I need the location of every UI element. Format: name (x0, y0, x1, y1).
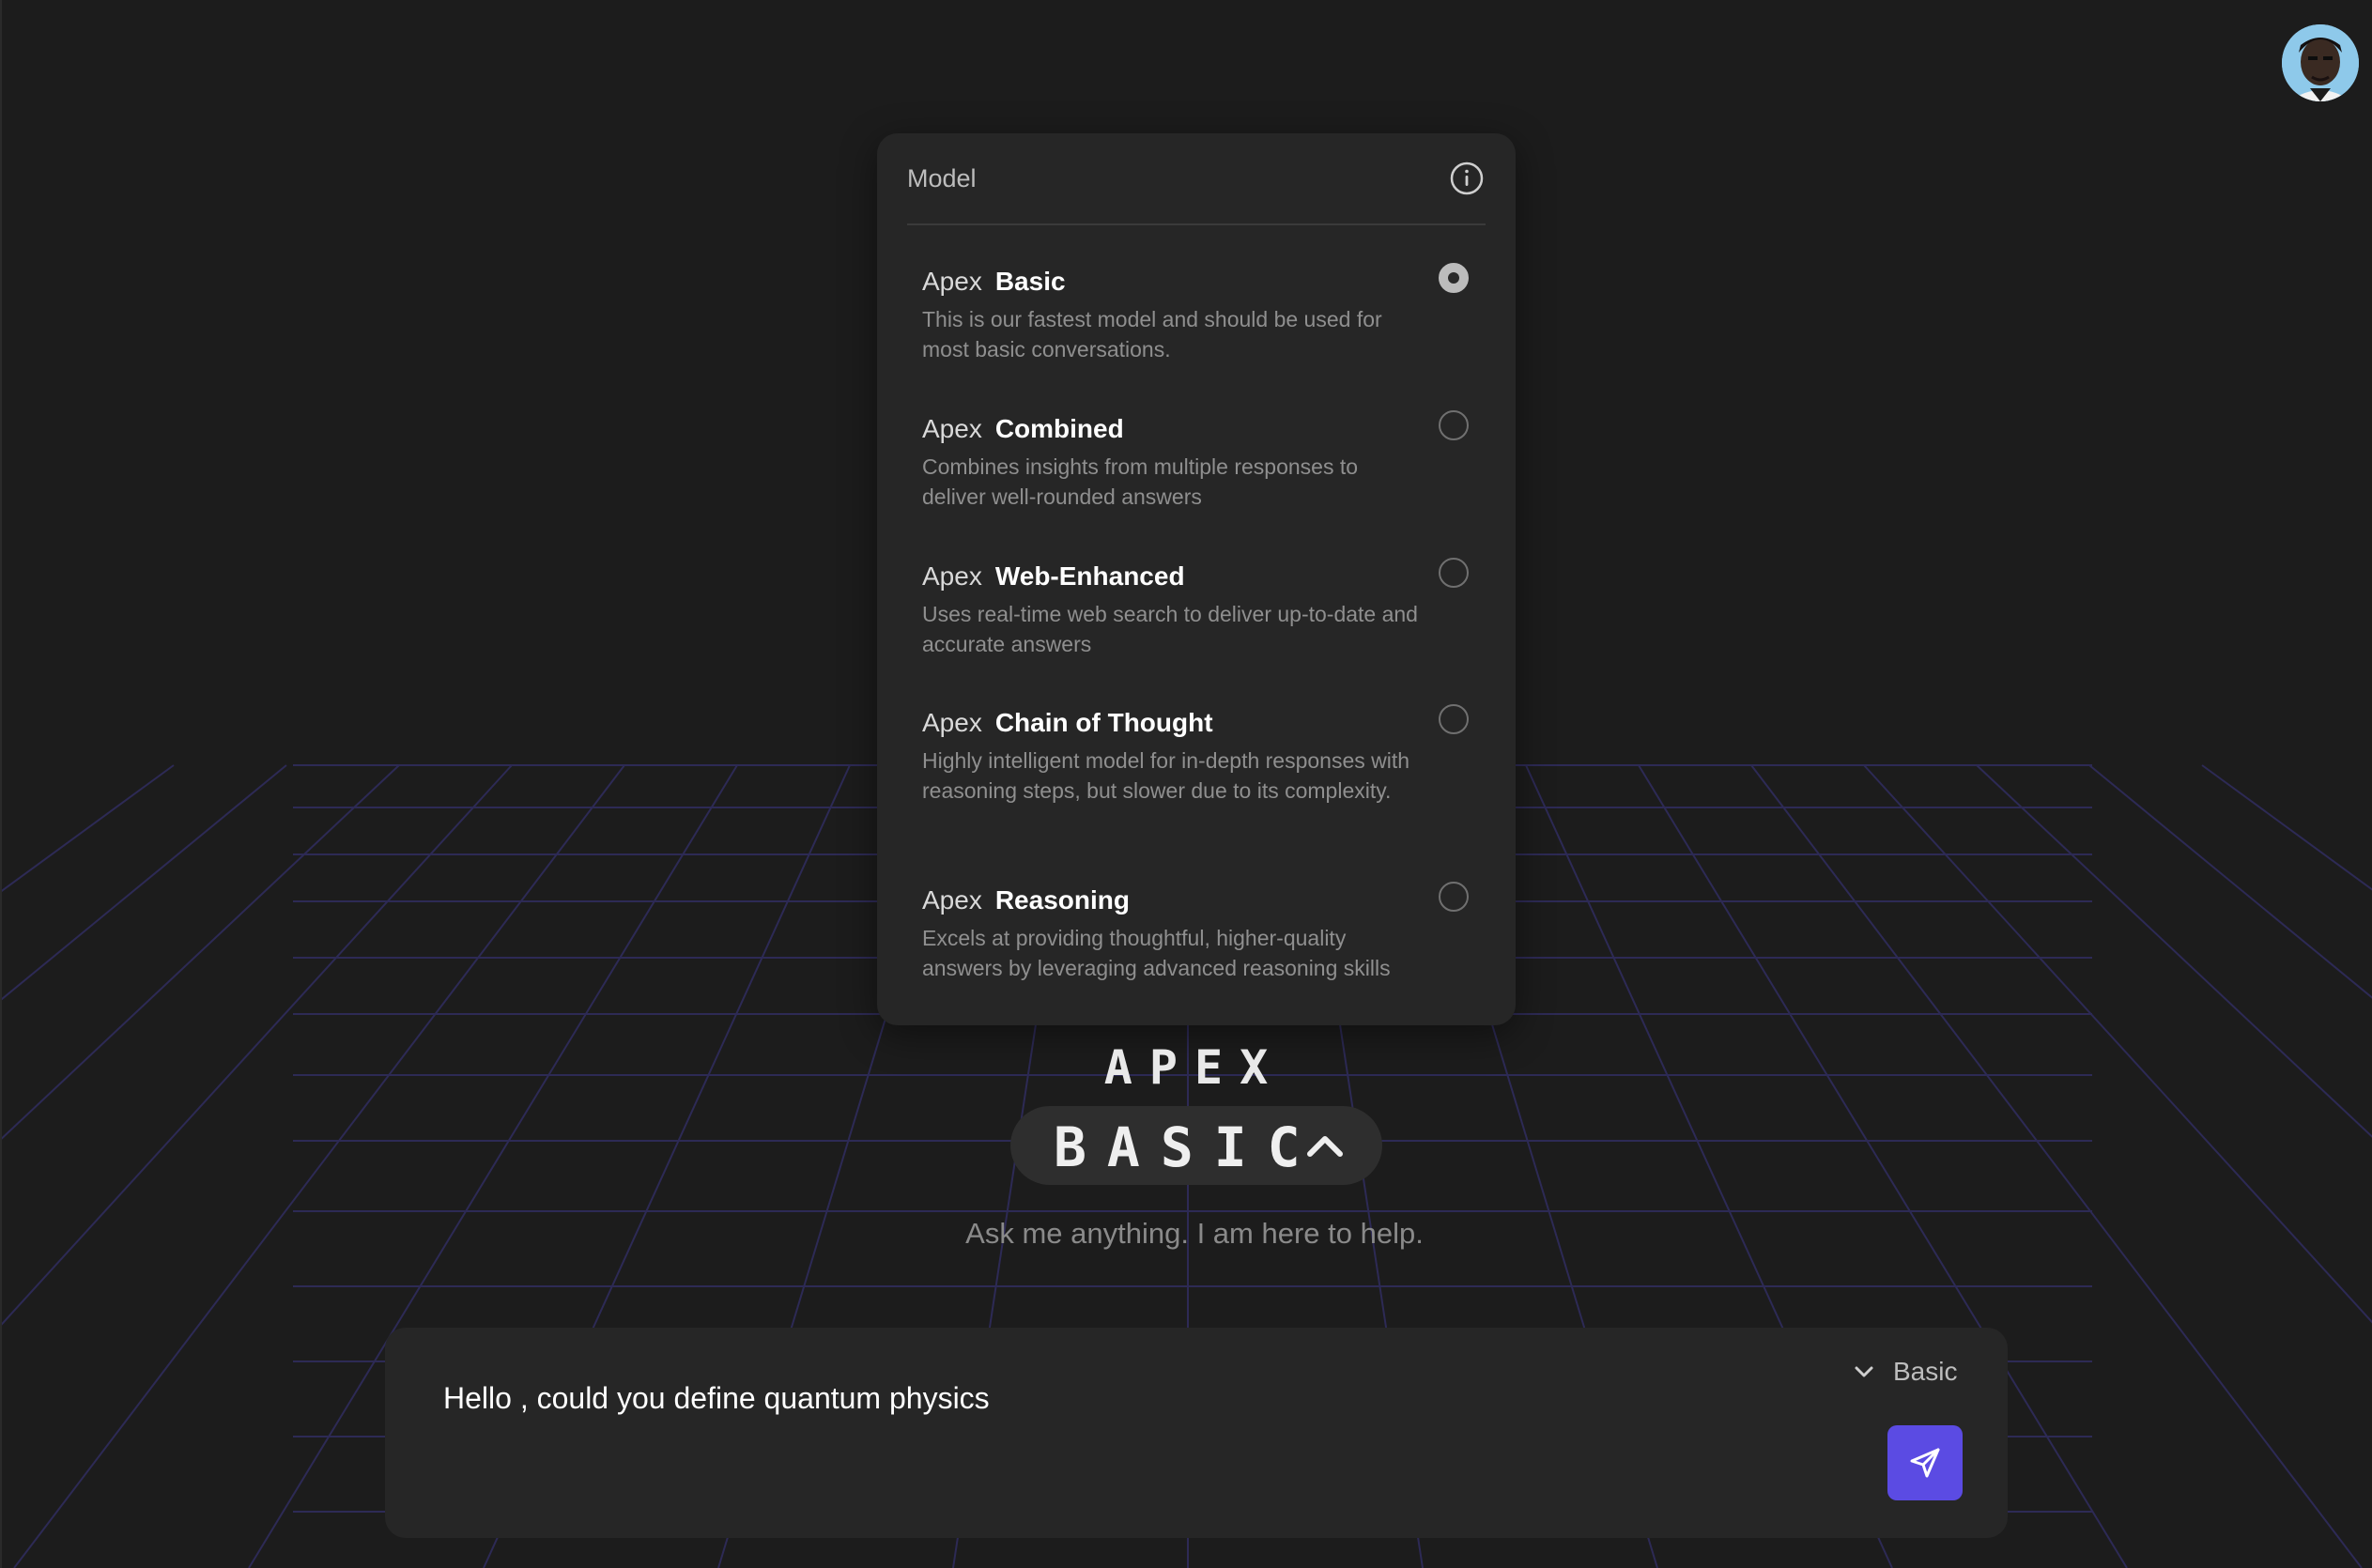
send-icon (1910, 1448, 1940, 1478)
option-name: Apex Chain of Thought (922, 708, 1213, 738)
grid-vertical-line (1976, 764, 2372, 1138)
model-option-web-enhanced[interactable]: Apex Web-Enhanced Uses real-time web sear… (892, 558, 1501, 665)
option-brand: Apex (922, 267, 982, 296)
message-input[interactable] (443, 1375, 1758, 1422)
grid-vertical-line (2, 764, 400, 1140)
option-name: Apex Reasoning (922, 885, 1130, 915)
grid-vertical-line (2, 764, 175, 892)
tagline: Ask me anything. I am here to help. (965, 1217, 1424, 1250)
current-model-label: BASIC (1054, 1115, 1321, 1179)
option-description: Uses real-time web search to deliver up-… (922, 602, 1418, 656)
info-icon[interactable] (1448, 160, 1486, 197)
chevron-down-icon (1855, 1366, 1873, 1377)
option-brand: Apex (922, 885, 982, 915)
model-option-chain-of-thought[interactable]: Apex Chain of Thought Highly intelligent … (892, 704, 1501, 839)
option-name: Apex Web-Enhanced (922, 561, 1185, 592)
option-description: Highly intelligent model for in-depth re… (922, 748, 1410, 803)
option-brand: Apex (922, 414, 982, 443)
radio-chain-of-thought[interactable] (1439, 704, 1469, 734)
user-avatar[interactable] (2282, 24, 2359, 101)
option-description: Excels at providing thoughtful, higher-q… (922, 926, 1391, 980)
brand-wordmark: APEX (1103, 1040, 1286, 1095)
model-dropdown[interactable]: Basic (1852, 1350, 1957, 1393)
avatar-portrait-icon (2282, 24, 2359, 101)
radio-reasoning[interactable] (1439, 882, 1469, 912)
option-variant: Web-Enhanced (994, 561, 1185, 591)
app-stage: Model Apex Basic This is our fastest mode… (0, 0, 2372, 1568)
message-composer: Basic (385, 1328, 2008, 1538)
option-variant: Chain of Thought (994, 708, 1213, 737)
option-brand: Apex (922, 561, 982, 591)
radio-web-enhanced[interactable] (1439, 558, 1469, 588)
model-toggle-button[interactable]: BASIC (1010, 1106, 1382, 1185)
model-dropdown-label: Basic (1893, 1357, 1958, 1386)
option-description: Combines insights from multiple response… (922, 454, 1359, 509)
option-description: This is our fastest model and should be … (922, 307, 1382, 361)
grid-vertical-line (2088, 764, 2372, 999)
option-name: Apex Combined (922, 414, 1124, 444)
model-option-combined[interactable]: Apex Combined Combines insights from mult… (892, 410, 1501, 517)
option-brand: Apex (922, 708, 982, 737)
chevron-up-icon (1307, 1136, 1343, 1157)
model-option-basic[interactable]: Apex Basic This is our fastest model and … (892, 263, 1501, 370)
option-variant: Basic (994, 267, 1066, 296)
option-variant: Reasoning (994, 885, 1130, 915)
model-selector-panel: Model Apex Basic This is our fastest mode… (877, 133, 1516, 1025)
model-option-reasoning[interactable]: Apex Reasoning Excels at providing though… (892, 882, 1501, 989)
grid-vertical-line (2, 764, 287, 1001)
option-variant: Combined (994, 414, 1124, 443)
send-button[interactable] (1887, 1425, 1963, 1500)
grid-vertical-line (2201, 764, 2372, 891)
radio-combined[interactable] (1439, 410, 1469, 440)
option-name: Apex Basic (922, 267, 1066, 297)
panel-title: Model (907, 163, 977, 192)
radio-basic[interactable] (1439, 263, 1469, 293)
panel-header: Model (907, 133, 1486, 225)
